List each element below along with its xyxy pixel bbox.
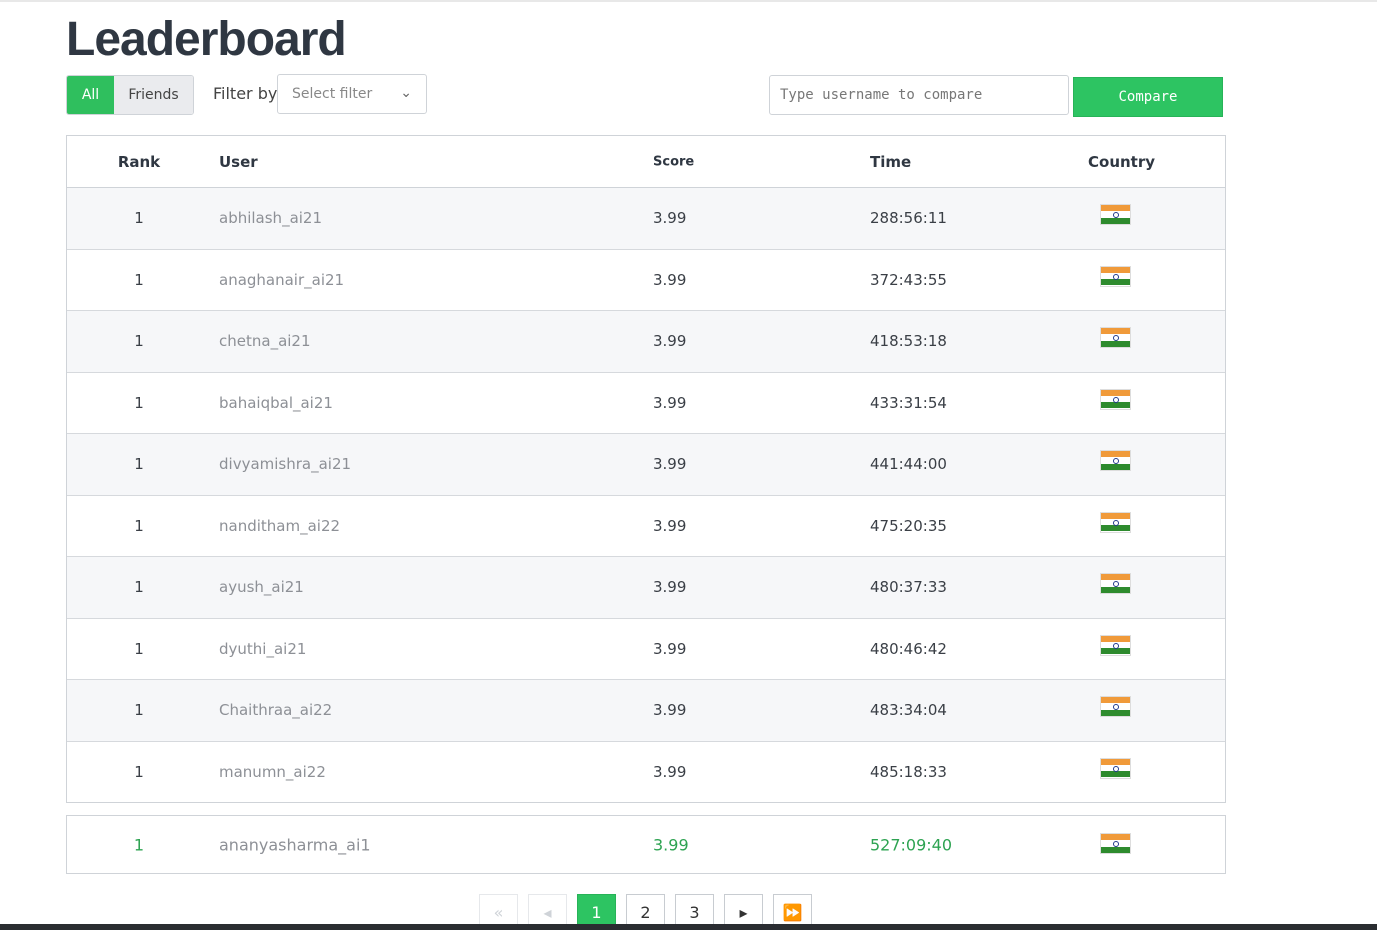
filter-label: Filter by [213,84,278,103]
india-flag-icon [1100,327,1131,348]
row-score: 3.99 [653,639,687,658]
row-user[interactable]: nanditham_ai22 [219,517,340,535]
table-header: Rank User Score Time Country [67,136,1225,188]
row-user[interactable]: anaghanair_ai21 [219,271,344,289]
table-row: 1 manumn_ai22 3.99 485:18:33 [67,742,1225,804]
header-country: Country [1088,152,1156,171]
row-score: 3.99 [653,516,687,535]
chevron-down-icon: ⌄ [400,85,412,101]
row-rank: 1 [134,332,144,351]
row-score: 3.99 [653,209,687,228]
row-time: 475:20:35 [870,516,947,535]
header-time: Time [870,152,912,171]
double-triangle-right-icon: ⏩ [782,902,803,922]
row-score: 3.99 [653,455,687,474]
row-user[interactable]: divyamishra_ai21 [219,455,351,473]
row-rank: 1 [134,578,144,597]
header-score: Score [653,154,695,169]
top-border [0,0,1377,2]
row-user[interactable]: bahaiqbal_ai21 [219,394,333,412]
india-flag-icon [1100,757,1131,779]
row-time: 372:43:55 [870,270,947,289]
table-row: 1 divyamishra_ai21 3.99 441:44:00 [67,434,1225,496]
table-row: 1 ayush_ai21 3.99 480:37:33 [67,557,1225,619]
table-row: 1 chetna_ai21 3.99 418:53:18 [67,311,1225,373]
india-flag-icon [1100,265,1131,287]
row-rank: 1 [134,701,144,720]
table-row: 1 bahaiqbal_ai21 3.99 433:31:54 [67,373,1225,434]
india-flag-icon [1100,696,1131,717]
india-flag-icon [1100,573,1131,594]
row-score: 3.99 [653,393,687,412]
table-row: 1 dyuthi_ai21 3.99 480:46:42 [67,619,1225,680]
row-time: 288:56:11 [870,209,947,228]
row-rank: 1 [134,763,144,782]
current-user-score: 3.99 [653,835,689,854]
row-user[interactable]: dyuthi_ai21 [219,640,306,658]
compare-button[interactable]: Compare [1073,77,1223,117]
friends-toggle-button[interactable]: Friends [114,76,193,114]
row-score: 3.99 [653,701,687,720]
row-rank: 1 [134,270,144,289]
india-flag-icon [1100,511,1131,533]
table-row: 1 anaghanair_ai21 3.99 372:43:55 [67,250,1225,311]
row-rank: 1 [134,393,144,412]
row-time: 485:18:33 [870,763,947,782]
row-user[interactable]: Chaithraa_ai22 [219,701,332,719]
all-toggle-button[interactable]: All [67,76,114,114]
row-user[interactable]: chetna_ai21 [219,332,311,350]
header-user: User [219,152,258,171]
row-rank: 1 [134,516,144,535]
current-user-time: 527:09:40 [870,835,953,854]
table-row: 1 abhilash_ai21 3.99 288:56:11 [67,188,1225,250]
triangle-left-icon: ◂ [543,902,552,922]
india-flag-icon [1100,450,1131,471]
row-time: 418:53:18 [870,332,947,351]
row-user[interactable]: manumn_ai22 [219,763,326,781]
current-user-rank: 1 [133,835,145,854]
compare-username-input[interactable] [769,75,1069,115]
row-time: 441:44:00 [870,455,947,474]
row-user[interactable]: abhilash_ai21 [219,209,322,227]
row-score: 3.99 [653,270,687,289]
row-score: 3.99 [653,578,687,597]
row-time: 433:31:54 [870,393,947,412]
row-rank: 1 [134,639,144,658]
row-score: 3.99 [653,763,687,782]
india-flag-icon [1100,388,1131,410]
double-chevron-left-icon: « [493,902,504,922]
bottom-bar [0,924,1377,930]
filter-select-value: Select filter [292,86,373,102]
triangle-right-icon: ▸ [739,902,748,922]
header-rank: Rank [117,152,161,171]
row-rank: 1 [134,209,144,228]
filter-select[interactable]: Select filter ⌄ [277,74,427,114]
row-score: 3.99 [653,332,687,351]
current-user-row: 1 ananyasharma_ai1 3.99 527:09:40 [66,815,1226,874]
leaderboard-table: Rank User Score Time Country 1 abhilash_a… [66,135,1226,803]
current-user-name[interactable]: ananyasharma_ai1 [219,835,371,854]
table-row: 1 nanditham_ai22 3.99 475:20:35 [67,496,1225,557]
row-time: 480:46:42 [870,639,947,658]
page-title: Leaderboard [66,13,347,66]
india-flag-icon [1100,634,1131,656]
row-user[interactable]: ayush_ai21 [219,578,304,596]
india-flag-icon [1100,204,1131,225]
row-time: 480:37:33 [870,578,947,597]
scope-toggle: All Friends [66,75,194,115]
row-rank: 1 [134,455,144,474]
india-flag-icon [1100,833,1131,854]
table-row: 1 Chaithraa_ai22 3.99 483:34:04 [67,680,1225,742]
row-time: 483:34:04 [870,701,947,720]
